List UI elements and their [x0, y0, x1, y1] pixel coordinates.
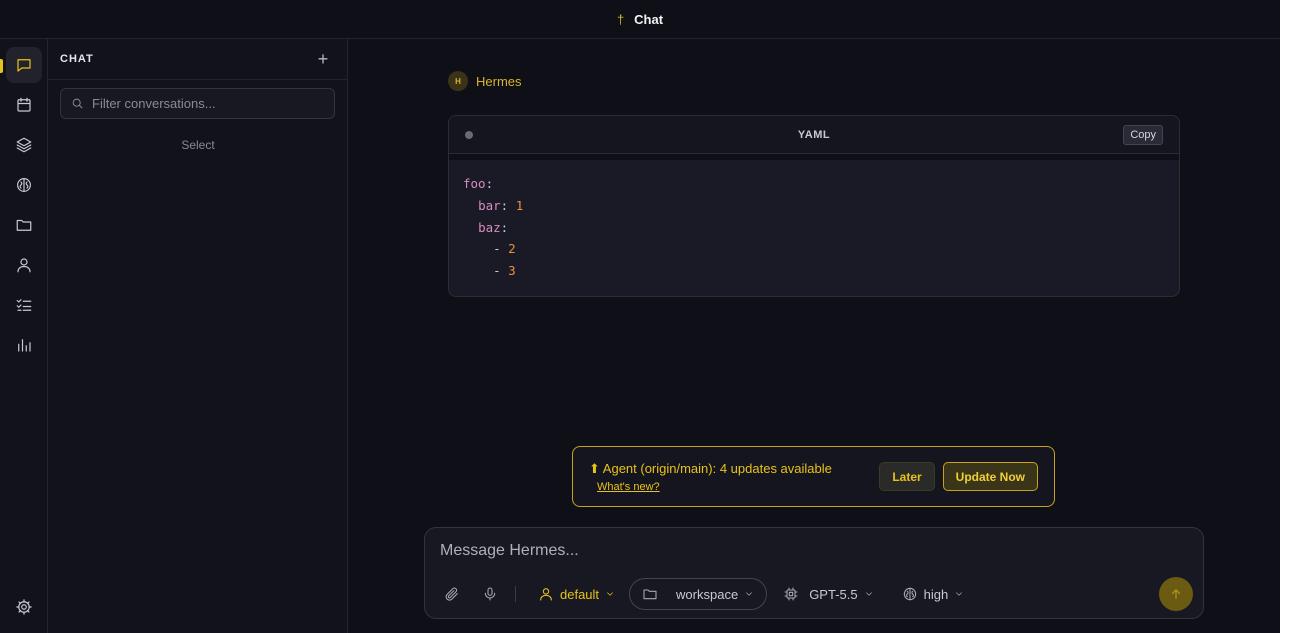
active-indicator	[0, 59, 3, 73]
message-composer: default workspace GPT-5.5 high	[424, 527, 1204, 619]
toolbar-divider	[515, 586, 516, 602]
top-bar: † Chat	[0, 0, 1280, 39]
workspace-value: workspace	[676, 586, 739, 602]
attach-button[interactable]	[441, 583, 463, 605]
model-value: GPT-5.5	[809, 586, 858, 602]
chat-icon	[17, 59, 31, 72]
nav-calendar[interactable]	[6, 87, 42, 123]
avatar: H	[448, 71, 468, 91]
code-block: YAML Copy foo: bar: 1 baz: - 2 - 3	[448, 115, 1180, 297]
arrow-up-icon	[1171, 589, 1181, 599]
checklist-icon	[16, 299, 32, 311]
code-language: YAML	[797, 128, 831, 141]
profile-selector[interactable]: default	[528, 578, 625, 610]
filter-conversations-input[interactable]	[92, 96, 322, 111]
code-line: - 3	[493, 263, 516, 279]
code-line: foo:	[463, 176, 494, 191]
user-icon	[17, 258, 31, 273]
update-toast: ⬆ Agent (origin/main): 4 updates availab…	[572, 446, 1055, 507]
cpu-icon	[784, 587, 798, 601]
app-glyph: †	[616, 11, 625, 27]
nav-tasks[interactable]	[6, 287, 42, 323]
update-text: ⬆ Agent (origin/main): 4 updates availab…	[589, 460, 832, 476]
chat-main: H Hermes YAML Copy foo: bar: 1 baz: - 2 …	[348, 39, 1280, 633]
brain-icon	[903, 587, 916, 601]
send-button[interactable]	[1159, 577, 1193, 611]
sidebar-title: CHAT	[60, 53, 94, 65]
folder-icon	[643, 589, 657, 600]
microphone-icon	[484, 587, 496, 601]
chevron-down-icon	[607, 592, 613, 596]
filter-box	[60, 88, 335, 119]
profile-value: default	[560, 586, 600, 602]
code-content: foo: bar: 1 baz: - 2 - 3	[449, 160, 1179, 295]
sidebar-header: CHAT +	[48, 39, 347, 80]
bar-chart-icon	[18, 339, 31, 352]
model-selector[interactable]: GPT-5.5	[773, 578, 883, 610]
effort-value: high	[923, 586, 949, 602]
later-button[interactable]: Later	[879, 462, 935, 491]
nav-profile[interactable]	[6, 247, 42, 283]
code-block-header: YAML Copy	[449, 116, 1179, 154]
chevron-down-icon	[746, 592, 753, 596]
code-line: baz:	[478, 219, 509, 235]
copy-button[interactable]: Copy	[1123, 125, 1163, 145]
layers-icon	[16, 137, 32, 153]
nav-layers[interactable]	[6, 127, 42, 163]
icon-rail	[0, 39, 48, 633]
update-message: ⬆ Agent (origin/main): 4 updates availab…	[589, 461, 832, 493]
effort-selector[interactable]: high	[892, 578, 975, 610]
scrollbar[interactable]	[1280, 0, 1294, 633]
new-chat-button[interactable]: +	[311, 49, 335, 70]
conversation-sidebar: CHAT + Select	[48, 39, 348, 633]
composer-toolbar: default workspace GPT-5.5 high	[441, 577, 974, 611]
message-sender: H Hermes	[448, 71, 522, 91]
nav-analytics[interactable]	[6, 327, 42, 363]
chevron-down-icon	[865, 592, 872, 596]
nav-settings[interactable]	[6, 589, 42, 625]
message-input[interactable]	[440, 542, 1180, 566]
code-line: - 2	[493, 241, 516, 257]
nav-brain[interactable]	[6, 167, 42, 203]
empty-select-hint: Select	[181, 138, 215, 152]
voice-button[interactable]	[479, 583, 501, 605]
calendar-icon	[17, 97, 31, 112]
nav-chat[interactable]	[6, 47, 42, 83]
workspace-selector[interactable]: workspace	[629, 578, 768, 610]
brain-icon	[17, 178, 31, 192]
update-now-button[interactable]: Update Now	[942, 462, 1038, 491]
gear-icon	[16, 599, 32, 615]
user-icon	[540, 588, 552, 601]
search-icon	[72, 98, 83, 109]
window-title: † Chat	[617, 12, 663, 27]
code-line: bar: 1	[478, 197, 524, 213]
folder-icon	[16, 219, 32, 231]
status-dot-icon	[465, 131, 473, 139]
sender-name: Hermes	[476, 73, 522, 89]
update-actions: Later Update Now	[879, 462, 1038, 491]
page-title: Chat	[634, 11, 664, 27]
chevron-down-icon	[956, 592, 963, 596]
nav-files[interactable]	[6, 207, 42, 243]
whats-new-link[interactable]: What's new?	[589, 481, 832, 493]
paperclip-icon	[445, 587, 458, 601]
